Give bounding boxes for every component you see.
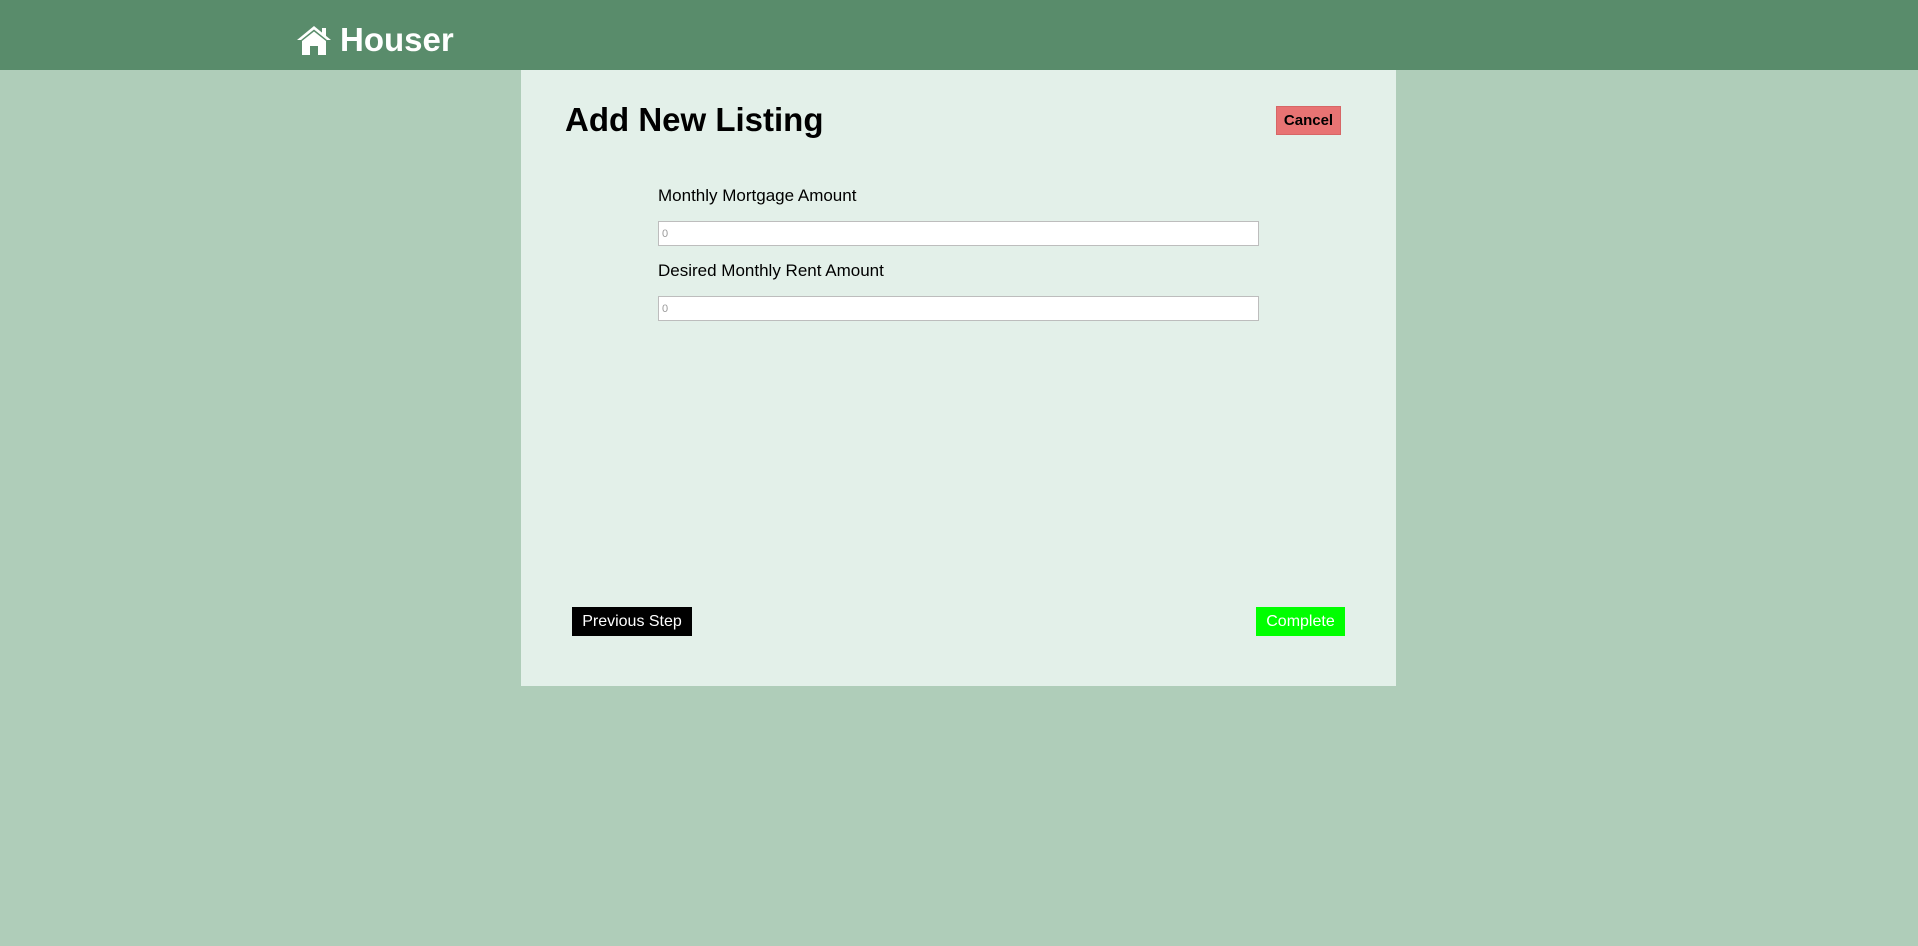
complete-button[interactable]: Complete: [1256, 607, 1345, 636]
cancel-button[interactable]: Cancel: [1276, 106, 1341, 135]
mortgage-amount-label: Monthly Mortgage Amount: [658, 186, 857, 205]
rent-amount-input[interactable]: [658, 296, 1259, 321]
brand-link[interactable]: Houser: [296, 20, 454, 60]
top-nav-bar: Houser: [0, 0, 1918, 70]
add-listing-panel: Add New Listing Cancel Monthly Mortgage …: [521, 70, 1396, 686]
brand-name: Houser: [340, 21, 454, 58]
mortgage-amount-input[interactable]: [658, 221, 1259, 246]
house-icon: [296, 24, 332, 56]
page-title: Add New Listing: [565, 101, 824, 138]
rent-amount-label: Desired Monthly Rent Amount: [658, 261, 884, 280]
previous-step-button[interactable]: Previous Step: [572, 607, 692, 636]
